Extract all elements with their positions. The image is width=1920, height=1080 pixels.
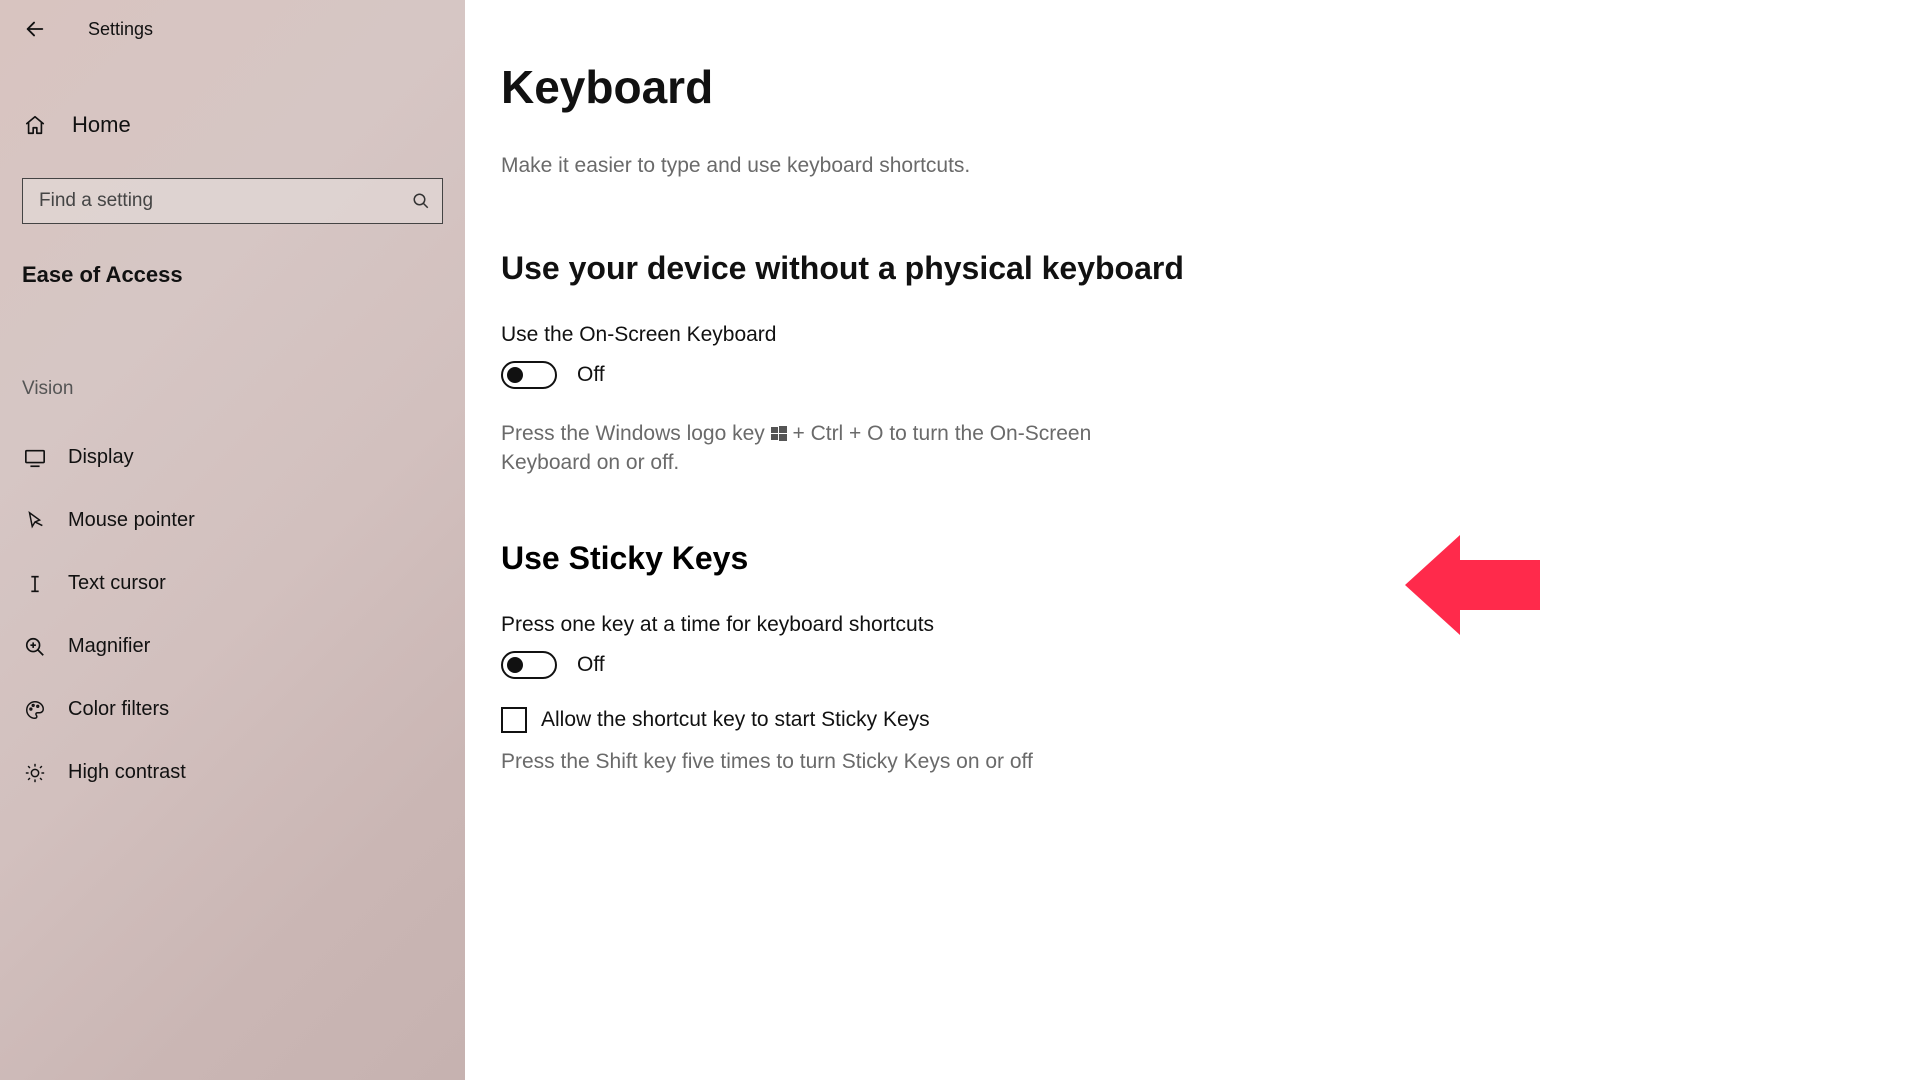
app-title: Settings xyxy=(88,19,153,40)
sidebar-item-high-contrast[interactable]: High contrast xyxy=(0,741,465,804)
section-onscreen-keyboard: Use your device without a physical keybo… xyxy=(501,250,1870,478)
sidebar-item-mouse-pointer[interactable]: Mouse pointer xyxy=(0,489,465,552)
home-icon xyxy=(22,114,48,136)
osk-toggle[interactable] xyxy=(501,361,557,389)
sticky-checkbox-label: Allow the shortcut key to start Sticky K… xyxy=(541,708,930,732)
home-label: Home xyxy=(72,112,131,138)
settings-content: Keyboard Make it easier to type and use … xyxy=(465,0,1920,1080)
sidebar-item-color-filters[interactable]: Color filters xyxy=(0,678,465,741)
sidebar-item-home[interactable]: Home xyxy=(0,94,465,156)
magnifier-icon xyxy=(22,636,48,658)
sticky-checkbox-row: Allow the shortcut key to start Sticky K… xyxy=(501,707,1870,733)
search-input[interactable] xyxy=(39,190,412,212)
windows-logo-icon xyxy=(771,426,787,442)
sidebar-group-title: Vision xyxy=(22,378,465,400)
text-cursor-icon xyxy=(22,573,48,595)
sidebar-item-label: Display xyxy=(68,446,134,469)
search-icon[interactable] xyxy=(412,192,430,210)
pointer-icon xyxy=(22,510,48,532)
annotation-arrow-icon xyxy=(1405,520,1545,650)
sidebar-item-label: Mouse pointer xyxy=(68,509,195,532)
osk-help-pre: Press the Windows logo key xyxy=(501,422,771,445)
sticky-toggle-row: Off xyxy=(501,651,1870,679)
section-sticky-keys: Use Sticky Keys Press one key at a time … xyxy=(501,540,1870,776)
sticky-toggle-state: Off xyxy=(577,653,605,677)
sticky-shortcut-checkbox[interactable] xyxy=(501,707,527,733)
display-icon xyxy=(22,447,48,469)
search-box[interactable] xyxy=(22,178,443,224)
brightness-icon xyxy=(22,762,48,784)
sticky-help-text: Press the Shift key five times to turn S… xyxy=(501,747,1101,776)
back-icon[interactable] xyxy=(22,16,48,42)
sidebar-item-label: Text cursor xyxy=(68,572,166,595)
sidebar-section-title: Ease of Access xyxy=(22,262,465,288)
page-title: Keyboard xyxy=(501,60,1870,114)
section-heading: Use Sticky Keys xyxy=(501,540,1870,577)
section-heading: Use your device without a physical keybo… xyxy=(501,250,1870,287)
palette-icon xyxy=(22,699,48,721)
osk-label: Use the On-Screen Keyboard xyxy=(501,323,1870,347)
sidebar-header: Settings xyxy=(0,6,465,52)
osk-help-text: Press the Windows logo key + Ctrl + O to… xyxy=(501,419,1101,478)
sidebar-item-label: High contrast xyxy=(68,761,186,784)
osk-toggle-row: Off xyxy=(501,361,1870,389)
sidebar-item-text-cursor[interactable]: Text cursor xyxy=(0,552,465,615)
sidebar-item-magnifier[interactable]: Magnifier xyxy=(0,615,465,678)
sticky-label: Press one key at a time for keyboard sho… xyxy=(501,613,1870,637)
osk-toggle-state: Off xyxy=(577,363,605,387)
sidebar-nav-list: Display Mouse pointer Text cursor Magnif… xyxy=(0,426,465,804)
sticky-toggle[interactable] xyxy=(501,651,557,679)
sidebar-item-display[interactable]: Display xyxy=(0,426,465,489)
settings-sidebar: Settings Home Ease of Access Vision Disp… xyxy=(0,0,465,1080)
page-subtitle: Make it easier to type and use keyboard … xyxy=(501,154,1870,178)
sidebar-item-label: Magnifier xyxy=(68,635,150,658)
sidebar-item-label: Color filters xyxy=(68,698,169,721)
